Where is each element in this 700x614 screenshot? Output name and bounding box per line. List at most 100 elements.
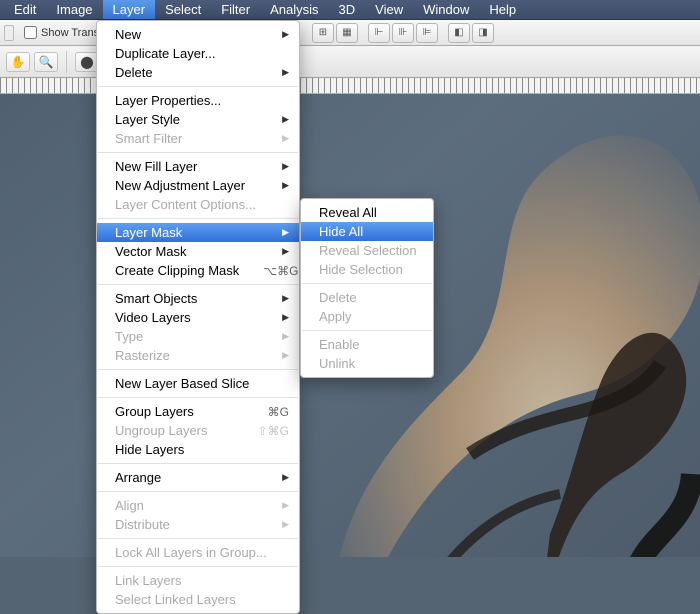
- menu-item-label: Align: [115, 498, 274, 513]
- layer-menu-item-new[interactable]: New▶: [97, 25, 299, 44]
- show-transform-checkbox[interactable]: [24, 26, 37, 39]
- misc-btn-1[interactable]: ◧: [448, 23, 470, 43]
- menu-item-label: Create Clipping Mask: [115, 263, 239, 278]
- submenu-arrow-icon: ▶: [274, 161, 289, 172]
- menu-edit[interactable]: Edit: [4, 0, 46, 19]
- submenu-arrow-icon: ▶: [274, 519, 289, 530]
- layer-menu-item-ungroup-layers: Ungroup Layers⇧⌘G: [97, 421, 299, 440]
- layer-menu-item-video-layers[interactable]: Video Layers▶: [97, 308, 299, 327]
- menu-item-shortcut: ⌥⌘G: [239, 264, 298, 278]
- menu-item-shortcut: ⇧⌘G: [234, 424, 289, 438]
- layer-mask-submenu-item-delete: Delete: [301, 288, 433, 307]
- layer-menu-item-arrange[interactable]: Arrange▶: [97, 468, 299, 487]
- menu-window[interactable]: Window: [413, 0, 479, 19]
- layer-menu-item-rasterize: Rasterize▶: [97, 346, 299, 365]
- layer-mask-submenu: Reveal AllHide AllReveal SelectionHide S…: [300, 198, 434, 378]
- layer-menu-item-align: Align▶: [97, 496, 299, 515]
- submenu-arrow-icon: ▶: [274, 472, 289, 483]
- menubar: Edit Image Layer Select Filter Analysis …: [0, 0, 700, 20]
- warp-btn-2[interactable]: ▦: [336, 23, 358, 43]
- submenu-arrow-icon: ▶: [274, 29, 289, 40]
- layer-menu-item-smart-filter: Smart Filter▶: [97, 129, 299, 148]
- submenu-arrow-icon: ▶: [274, 133, 289, 144]
- menu-analysis[interactable]: Analysis: [260, 0, 328, 19]
- submenu-arrow-icon: ▶: [274, 500, 289, 511]
- menu-item-label: Enable: [319, 337, 423, 352]
- menu-item-label: Rasterize: [115, 348, 274, 363]
- submenu-arrow-icon: ▶: [274, 67, 289, 78]
- menu-item-label: Video Layers: [115, 310, 274, 325]
- layer-mask-submenu-item-hide-selection: Hide Selection: [301, 260, 433, 279]
- menu-item-label: Lock All Layers in Group...: [115, 545, 289, 560]
- layer-menu-item-layer-style[interactable]: Layer Style▶: [97, 110, 299, 129]
- menu-item-label: Hide Layers: [115, 442, 289, 457]
- layer-menu-separator: [98, 218, 298, 219]
- menu-item-label: Arrange: [115, 470, 274, 485]
- menu-item-label: Apply: [319, 309, 423, 324]
- palette-sep: [66, 51, 67, 73]
- menu-item-label: Smart Filter: [115, 131, 274, 146]
- layer-menu-item-group-layers[interactable]: Group Layers⌘G: [97, 402, 299, 421]
- tool-preset-picker[interactable]: [4, 25, 14, 41]
- zoom-tool-icon[interactable]: 🔍: [34, 52, 58, 72]
- layer-menu-item-vector-mask[interactable]: Vector Mask▶: [97, 242, 299, 261]
- menu-filter[interactable]: Filter: [211, 0, 260, 19]
- submenu-arrow-icon: ▶: [274, 227, 289, 238]
- layer-menu-separator: [98, 538, 298, 539]
- menu-item-label: Distribute: [115, 517, 274, 532]
- layer-mask-submenu-item-hide-all[interactable]: Hide All: [301, 222, 433, 241]
- align-btn-2[interactable]: ⊪: [392, 23, 414, 43]
- menu-item-label: New Fill Layer: [115, 159, 274, 174]
- menu-view[interactable]: View: [365, 0, 413, 19]
- layer-mask-submenu-separator: [302, 330, 432, 331]
- layer-menu-item-duplicate-layer[interactable]: Duplicate Layer...: [97, 44, 299, 63]
- layer-menu-separator: [98, 566, 298, 567]
- misc-btn-2[interactable]: ◨: [472, 23, 494, 43]
- menu-image[interactable]: Image: [46, 0, 102, 19]
- menu-item-label: Ungroup Layers: [115, 423, 234, 438]
- menu-select[interactable]: Select: [155, 0, 211, 19]
- layer-menu-separator: [98, 86, 298, 87]
- menu-item-label: Duplicate Layer...: [115, 46, 289, 61]
- layer-menu-item-smart-objects[interactable]: Smart Objects▶: [97, 289, 299, 308]
- menu-item-shortcut: ⌘G: [244, 405, 289, 419]
- layer-menu-item-layer-properties[interactable]: Layer Properties...: [97, 91, 299, 110]
- layer-mask-submenu-separator: [302, 283, 432, 284]
- layer-menu-separator: [98, 491, 298, 492]
- menu-layer[interactable]: Layer: [103, 0, 156, 19]
- submenu-arrow-icon: ▶: [274, 293, 289, 304]
- menu-help[interactable]: Help: [479, 0, 526, 19]
- align-btn-1[interactable]: ⊩: [368, 23, 390, 43]
- submenu-arrow-icon: ▶: [274, 350, 289, 361]
- menu-item-label: Hide Selection: [319, 262, 423, 277]
- layer-menu-separator: [98, 284, 298, 285]
- submenu-arrow-icon: ▶: [274, 331, 289, 342]
- menu-item-label: Delete: [319, 290, 423, 305]
- submenu-arrow-icon: ▶: [274, 180, 289, 191]
- layer-menu-item-new-layer-based-slice[interactable]: New Layer Based Slice: [97, 374, 299, 393]
- align-btn-3[interactable]: ⊫: [416, 23, 438, 43]
- layer-menu-item-layer-content-options: Layer Content Options...: [97, 195, 299, 214]
- menu-item-label: Hide All: [319, 224, 423, 239]
- hand-tool-icon[interactable]: ✋: [6, 52, 30, 72]
- menu-3d[interactable]: 3D: [329, 0, 366, 19]
- menu-item-label: Layer Content Options...: [115, 197, 289, 212]
- layer-menu-item-distribute: Distribute▶: [97, 515, 299, 534]
- layer-menu-item-create-clipping-mask[interactable]: Create Clipping Mask⌥⌘G: [97, 261, 299, 280]
- menu-item-label: New Layer Based Slice: [115, 376, 289, 391]
- layer-menu-separator: [98, 152, 298, 153]
- layer-menu-item-layer-mask[interactable]: Layer Mask▶: [97, 223, 299, 242]
- layer-menu-item-new-adjustment-layer[interactable]: New Adjustment Layer▶: [97, 176, 299, 195]
- layer-menu-item-hide-layers[interactable]: Hide Layers: [97, 440, 299, 459]
- submenu-arrow-icon: ▶: [274, 312, 289, 323]
- submenu-arrow-icon: ▶: [274, 114, 289, 125]
- layer-menu-item-new-fill-layer[interactable]: New Fill Layer▶: [97, 157, 299, 176]
- layer-menu-item-delete[interactable]: Delete▶: [97, 63, 299, 82]
- layer-mask-submenu-item-reveal-all[interactable]: Reveal All: [301, 203, 433, 222]
- menu-item-label: Unlink: [319, 356, 423, 371]
- warp-btn-1[interactable]: ⊞: [312, 23, 334, 43]
- menu-item-label: Select Linked Layers: [115, 592, 289, 607]
- layer-mask-submenu-item-enable: Enable: [301, 335, 433, 354]
- layer-menu-item-lock-all-layers-in-group: Lock All Layers in Group...: [97, 543, 299, 562]
- menu-item-label: Delete: [115, 65, 274, 80]
